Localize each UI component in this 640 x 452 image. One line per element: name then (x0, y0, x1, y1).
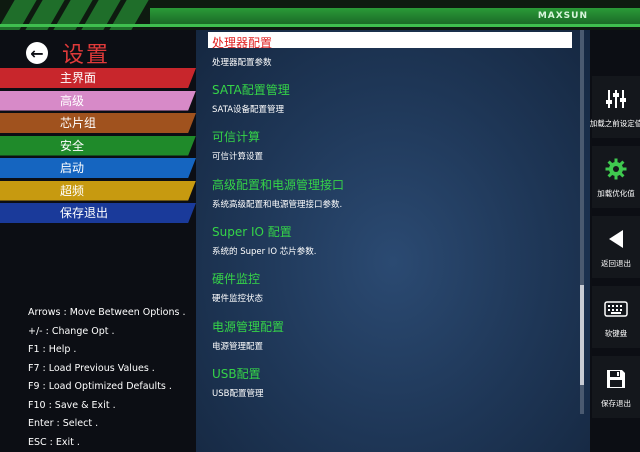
left-panel: ← 设置 主界面 高级 芯片组 安全 启动 超频 保存退出 Arrows : M… (0, 30, 196, 452)
option-title: 可信计算 (212, 130, 261, 144)
load-previous-values-button[interactable]: 加载之前设定值 (589, 76, 640, 138)
main-menu: 主界面 高级 芯片组 安全 启动 超频 保存退出 (0, 68, 196, 226)
help-line: ESC : Exit . (28, 436, 80, 448)
menu-item-security[interactable]: 安全 (0, 135, 196, 156)
banner-line (0, 24, 640, 27)
option-description: SATA设备配置管理 (212, 105, 285, 115)
option-description: 系统的 Super IO 芯片参数. (212, 247, 317, 257)
help-line: F9 : Load Optimized Defaults . (28, 381, 172, 392)
option-description: 处理器配置参数 (212, 58, 272, 68)
help-line: +/- : Change Opt . (28, 325, 115, 337)
option-power-management[interactable]: 电源管理配置 电源管理配置 (212, 318, 284, 352)
option-cpu-config[interactable]: 处理器配置 处理器配置参数 (212, 34, 272, 68)
button-label: 保存退出 (601, 399, 631, 408)
option-sata-config[interactable]: SATA配置管理 SATA设备配置管理 (212, 81, 290, 115)
option-title: Super IO 配置 (212, 225, 292, 239)
help-line: F7 : Load Previous Values . (28, 362, 155, 374)
option-acpi[interactable]: 高级配置和电源管理接口 系统高级配置和电源管理接口参数. (212, 176, 344, 210)
load-optimized-defaults-button[interactable]: 加载优化值 (592, 146, 640, 208)
option-title: 硬件监控 (212, 272, 261, 286)
menu-item-boot[interactable]: 启动 (0, 158, 196, 178)
gear-icon (605, 156, 627, 182)
option-title: 高级配置和电源管理接口 (212, 178, 345, 192)
floppy-icon (605, 366, 627, 392)
back-arrow-icon[interactable]: ← (26, 42, 48, 64)
menu-item-advanced[interactable]: 高级 (0, 90, 196, 111)
help-text: Arrows : Move Between Options . +/- : Ch… (28, 304, 185, 452)
help-line: Enter : Select . (28, 418, 99, 429)
option-description: 可信计算设置 (212, 152, 264, 162)
scrollbar-thumb[interactable] (580, 285, 584, 385)
help-line: Arrows : Move Between Options . (28, 307, 186, 318)
right-toolbar: 加载之前设定值 加载优化值 返回退出 软键盘 保存退出 (590, 30, 640, 452)
option-description: 系统高级配置和电源管理接口参数. (212, 200, 343, 210)
option-description: 硬件监控状态 (212, 294, 264, 304)
option-title: SATA配置管理 (212, 83, 290, 97)
option-super-io[interactable]: Super IO 配置 系统的 Super IO 芯片参数. (212, 223, 316, 257)
option-title: 处理器配置 (212, 36, 273, 50)
menu-item-chipset[interactable]: 芯片组 (0, 113, 196, 133)
option-title: USB配置 (212, 367, 261, 381)
keyboard-icon (604, 296, 628, 322)
option-description: USB配置管理 (212, 389, 264, 399)
back-triangle-icon (605, 226, 627, 252)
option-description: 电源管理配置 (212, 342, 264, 352)
help-line: F1 : Help . (28, 344, 77, 355)
button-label: 加载之前设定值 (589, 119, 640, 128)
save-exit-button[interactable]: 保存退出 (592, 356, 640, 418)
option-hardware-monitor[interactable]: 硬件监控 硬件监控状态 (212, 270, 263, 304)
menu-item-save-exit[interactable]: 保存退出 (0, 203, 196, 223)
option-title: 电源管理配置 (212, 320, 285, 334)
title-row: ← 设置 (26, 38, 110, 68)
button-label: 软键盘 (604, 329, 628, 338)
page-title: 设置 (62, 43, 111, 68)
help-line: F10 : Save & Exit . (28, 399, 116, 411)
menu-item-overclock[interactable]: 超频 (0, 180, 196, 201)
soft-keyboard-button[interactable]: 软键盘 (592, 286, 640, 348)
top-banner: MAXSUN (0, 0, 640, 30)
button-label: 加载优化值 (597, 189, 635, 198)
option-trusted-computing[interactable]: 可信计算 可信计算设置 (212, 128, 263, 162)
button-label: 返回退出 (601, 259, 631, 268)
sliders-icon (605, 86, 627, 112)
option-usb-config[interactable]: USB配置 USB配置管理 (212, 365, 263, 399)
main-panel: 处理器配置 处理器配置参数 SATA配置管理 SATA设备配置管理 可信计算 可… (196, 30, 590, 452)
menu-item-main[interactable]: 主界面 (0, 68, 196, 88)
brand-logo: MAXSUN (537, 11, 588, 21)
back-exit-button[interactable]: 返回退出 (592, 216, 640, 278)
